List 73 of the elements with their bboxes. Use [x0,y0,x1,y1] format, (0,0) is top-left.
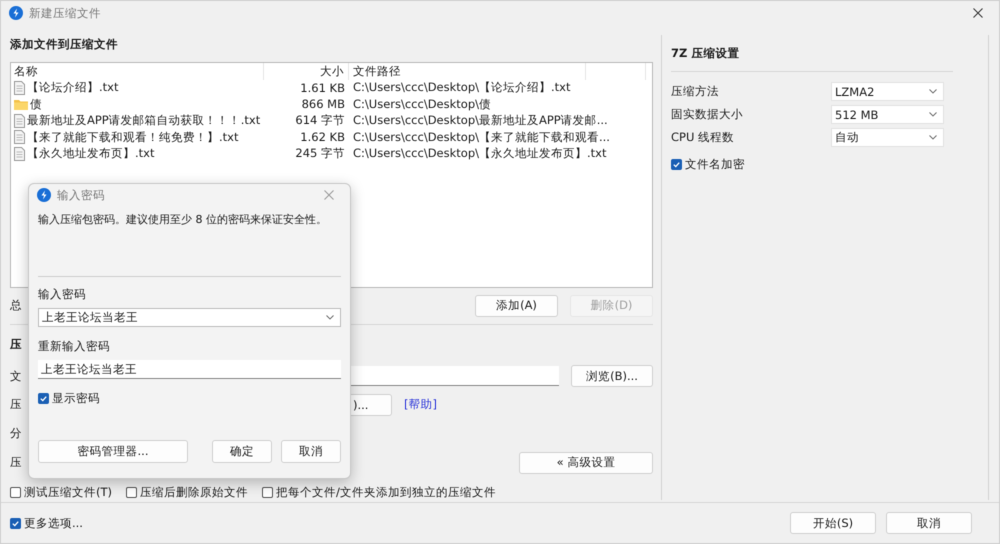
file-size: 1.62 KB [299,130,346,144]
checkbox-label: 更多选项... [24,516,83,530]
cancel-button[interactable]: 取消 [281,440,341,463]
file-name: 债 [30,96,42,112]
chevron-down-icon [326,315,334,320]
file-name: 【论坛介绍】.txt [27,80,118,96]
checkbox-label: 把每个文件/文件夹添加到独立的压缩文件 [276,485,496,500]
field-label: 输入密码 [38,287,86,302]
document-icon [14,146,25,161]
file-name-field[interactable] [350,366,559,386]
column-header[interactable]: 大小 [264,63,349,80]
checkbox-label: 显示密码 [52,391,100,406]
dialog-message: 输入压缩包密码。建议使用至少 8 位的密码来保证安全性。 [38,212,327,228]
setting-label: CPU 线程数 [671,130,736,145]
file-size: 614 字节 [294,113,346,128]
dropdown[interactable]: 自动 [831,128,944,147]
checkbox[interactable] [38,393,49,404]
checkbox[interactable] [10,518,21,528]
chevron-down-icon [929,89,937,94]
close-icon[interactable] [973,8,983,18]
option-label: 文 [10,368,22,383]
file-name: 最新地址及APP请发邮箱自动获取！！！.txt [27,113,260,128]
file-name: 【永久地址发布页】.txt [27,146,154,162]
checkbox[interactable] [126,487,137,498]
window-title: 新建压缩文件 [29,6,102,20]
document-icon [14,80,25,95]
app-icon [9,6,23,20]
chevron-down-icon [929,135,937,140]
folder-icon [14,98,28,110]
checkbox[interactable] [671,159,682,170]
option-label: 压 [10,397,22,412]
app-icon [37,188,51,202]
list-button[interactable]: 添加(A) [475,294,558,317]
dialog-button[interactable]: 开始(S) [790,512,876,534]
dropdown[interactable]: LZMA2 [831,82,944,101]
column-header[interactable]: 名称 [11,63,264,80]
checkbox[interactable] [262,487,273,498]
setting-label: 压缩方法 [671,84,720,99]
file-size: 866 MB [300,97,346,112]
dialog-title: 输入密码 [57,188,106,202]
section-heading: 添加文件到压缩文件 [10,36,119,53]
checkbox-label: 压缩后删除原始文件 [140,485,248,500]
file-name: 【来了就能下载和观看！纯免费！】.txt [27,130,238,145]
checkbox-label: 测试压缩文件(T) [24,485,112,500]
file-path: C:\Users\ccc\Desktop\【论坛介绍】.txt [352,80,570,96]
file-path: C:\Users\ccc\Desktop\债 [352,96,492,112]
column-header[interactable]: 文件路径 [349,63,586,80]
dropdown[interactable]: 512 MB [831,105,944,124]
section-heading: 7Z 压缩设置 [671,45,740,62]
help-link[interactable]: [帮助] [404,397,437,412]
checkbox[interactable] [10,487,21,498]
document-icon [14,130,25,144]
setting-label: 固实数据大小 [671,107,744,122]
file-path: C:\Users\ccc\Desktop\最新地址及APP请发邮... [352,113,608,128]
checkbox-label: 文件名加密 [685,157,745,172]
ok-button[interactable]: 确定 [212,440,272,463]
dialog-button[interactable]: 取消 [886,512,972,534]
option-label: 压 [10,455,22,470]
document-icon [14,114,25,128]
advanced-settings-button[interactable]: « 高级设置 [519,452,653,474]
password-field[interactable]: 上老王论坛当老王 [38,308,341,327]
file-path: C:\Users\ccc\Desktop\【永久地址发布页】.txt [352,146,606,162]
section-heading: 压 [10,336,22,353]
file-size: 245 字节 [294,146,346,162]
field-label: 重新输入密码 [38,339,110,354]
total-size-label: 总 [10,298,22,312]
option-label: 分 [10,426,22,440]
file-size: 1.61 KB [299,80,346,95]
confirm-password-field[interactable]: 上老王论坛当老王 [38,360,341,379]
file-path: C:\Users\ccc\Desktop\【来了就能下载和观看... [352,130,610,145]
chevron-down-icon [929,112,937,117]
browse-button[interactable]: 浏览(B)... [571,365,653,388]
password-manager-button[interactable]: 密码管理器... [38,440,188,463]
